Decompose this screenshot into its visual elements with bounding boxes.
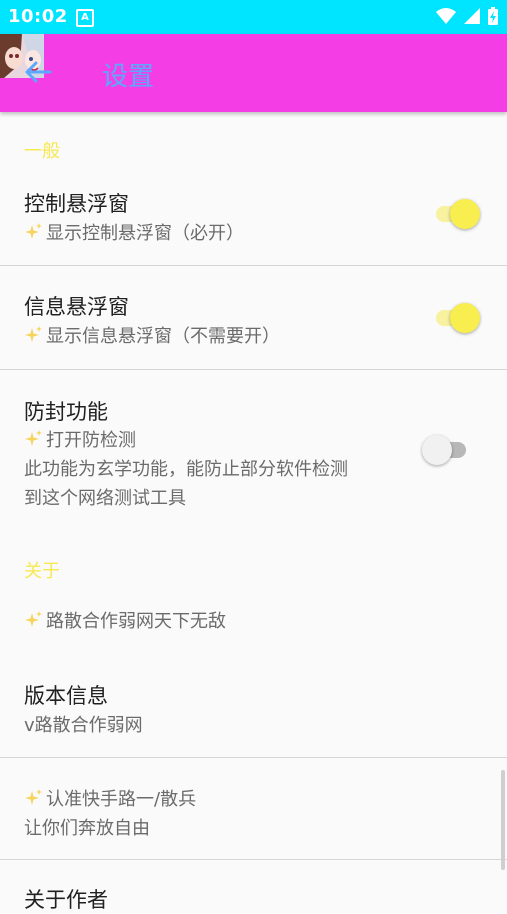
section-header-about: 关于 (24, 561, 60, 582)
divider (0, 265, 507, 266)
battery-charging-icon (488, 7, 498, 25)
switch-thumb (450, 303, 480, 333)
setting-title: 防封功能 (24, 400, 108, 424)
status-bar: 10:02 A (0, 0, 507, 34)
sparkle-icon (25, 326, 42, 342)
setting-about-author[interactable]: 关于作者 (24, 884, 108, 914)
setting-title: 版本信息 (24, 684, 108, 708)
notification-icon: A (76, 9, 94, 27)
setting-subtitle: v路散合作弱网 (24, 715, 143, 736)
sparkle-icon (25, 611, 42, 627)
about-tagline[interactable]: 路散合作弱网天下无敌 (24, 607, 226, 633)
sparkle-icon (25, 789, 42, 805)
anti-block-switch[interactable] (422, 433, 468, 467)
switch-thumb (422, 435, 452, 465)
divider (0, 369, 507, 370)
sparkle-icon (25, 430, 42, 446)
app-bar: 设置 (0, 34, 507, 112)
back-arrow-icon[interactable] (22, 56, 54, 88)
setting-subtitle-row: 打开防检测 (24, 426, 136, 452)
setting-description-line2: 到这个网络测试工具 (24, 488, 186, 509)
page-title: 设置 (102, 62, 155, 92)
signal-icon (464, 8, 480, 24)
divider (0, 859, 507, 860)
setting-subtitle: 认准快手路一/散兵 (46, 789, 197, 810)
scrollbar[interactable] (501, 770, 505, 870)
setting-subtitle-row: 显示控制悬浮窗（必开） (24, 219, 244, 245)
setting-subtitle: 显示控制悬浮窗（必开） (46, 223, 244, 244)
setting-subtitle: 显示信息悬浮窗（不需要开） (46, 326, 280, 347)
setting-title: 控制悬浮窗 (24, 192, 129, 216)
status-icons (435, 6, 499, 26)
floating-info-switch[interactable] (430, 301, 480, 335)
floating-control-switch[interactable] (430, 197, 480, 231)
setting-subtitle-row: 显示信息悬浮窗（不需要开） (24, 322, 280, 348)
sparkle-icon (25, 223, 42, 239)
about-tagline-text: 路散合作弱网天下无敌 (46, 611, 226, 632)
setting-description: 让你们奔放自由 (24, 818, 150, 839)
setting-subtitle: 打开防检测 (46, 430, 136, 451)
wifi-icon (436, 8, 456, 24)
setting-subtitle-row: 认准快手路一/散兵 (24, 785, 196, 811)
setting-description-line1: 此功能为玄学功能，能防止部分软件检测 (24, 459, 348, 480)
switch-thumb (450, 199, 480, 229)
section-header-general: 一般 (24, 141, 60, 162)
status-time: 10:02 (8, 6, 68, 27)
setting-title: 信息悬浮窗 (24, 295, 129, 319)
divider (0, 757, 507, 758)
